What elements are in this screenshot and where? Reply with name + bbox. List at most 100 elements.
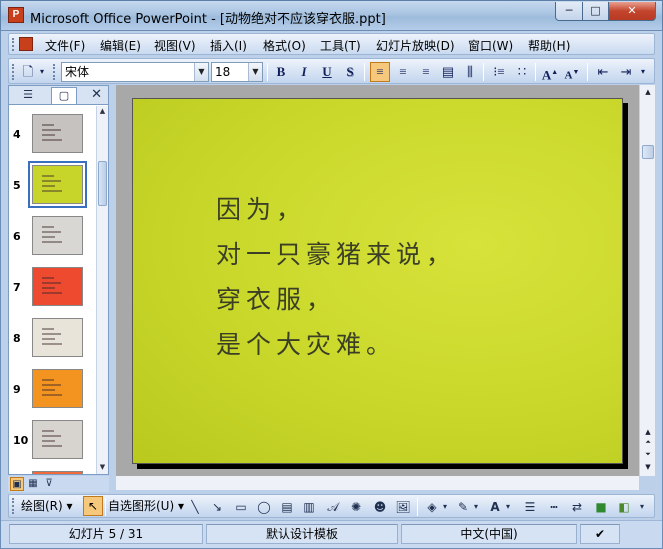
- vertical-textbox-icon[interactable]: ▥: [301, 499, 317, 515]
- close-icon[interactable]: ✕: [91, 87, 102, 102]
- autoshapes-button[interactable]: 自选图形(U) ▾: [108, 498, 184, 515]
- font-name-select[interactable]: 宋体 ▼: [61, 62, 209, 82]
- slide-thumbnail-row[interactable]: 5: [9, 161, 97, 215]
- select-objects-icon[interactable]: ↖: [83, 496, 103, 516]
- thumbnail-scrollbar[interactable]: ▲ ▼: [96, 106, 108, 474]
- picture-icon[interactable]: 🖼: [395, 499, 411, 515]
- toolbar-options-icon[interactable]: ▾: [37, 62, 47, 82]
- grip-handle[interactable]: [12, 498, 15, 514]
- minimize-button[interactable]: ─: [555, 2, 583, 21]
- main-scrollbar[interactable]: ▲ ▲ ⏶ ⏷ ▼: [639, 85, 655, 476]
- arrow-icon[interactable]: ↘: [209, 499, 225, 515]
- font-color-icon[interactable]: A: [487, 499, 503, 515]
- scroll-up-icon[interactable]: ▲: [97, 106, 108, 117]
- new-file-icon[interactable]: 🗋: [18, 62, 38, 82]
- next-slide-icon[interactable]: ⏷: [642, 449, 654, 459]
- grip-handle[interactable]: [12, 38, 15, 51]
- spellcheck-icon[interactable]: ✔: [580, 524, 620, 544]
- toolbar-options-icon[interactable]: ▾: [637, 62, 649, 82]
- slide-thumbnail-row[interactable]: 10: [9, 420, 97, 470]
- slide-thumbnail-row[interactable]: 8: [9, 318, 97, 368]
- underline-button[interactable]: U: [317, 62, 337, 82]
- increase-indent-icon[interactable]: ⇥: [616, 62, 636, 82]
- scroll-down-icon[interactable]: ▼: [642, 462, 654, 472]
- wordart-icon[interactable]: 𝒜: [325, 499, 341, 515]
- diagram-icon[interactable]: ✺: [348, 499, 364, 515]
- slide-text-box[interactable]: 因为， 对一只豪猪来说， 穿衣服， 是个大灾难。: [216, 187, 456, 367]
- 3d-style-icon[interactable]: ◧: [616, 499, 632, 515]
- vertical-text-icon[interactable]: ⫼: [460, 62, 480, 82]
- arrow-style-icon[interactable]: ⇄: [569, 499, 585, 515]
- italic-button[interactable]: I: [294, 62, 314, 82]
- scrollbar-thumb[interactable]: [98, 161, 107, 206]
- line-color-icon[interactable]: ✎: [455, 499, 471, 515]
- shadow-style-icon[interactable]: ■: [593, 499, 609, 515]
- chevron-down-icon[interactable]: ▾: [441, 499, 449, 515]
- tab-slides[interactable]: ▢: [51, 87, 77, 104]
- slideshow-icon[interactable]: ⊽: [42, 477, 56, 491]
- grip-handle[interactable]: [12, 64, 15, 80]
- decrease-font-button[interactable]: A▼: [562, 62, 582, 82]
- chevron-down-icon[interactable]: ▾: [504, 499, 512, 515]
- menu-view[interactable]: 视图(V): [154, 37, 196, 54]
- chevron-down-icon[interactable]: ▼: [194, 63, 208, 81]
- increase-font-button[interactable]: A▲: [540, 62, 560, 82]
- slide-sorter-icon[interactable]: ▦: [26, 477, 40, 491]
- menu-file[interactable]: 文件(F): [45, 37, 85, 54]
- bold-button[interactable]: B: [271, 62, 291, 82]
- slide-thumbnail[interactable]: [32, 267, 83, 306]
- dash-style-icon[interactable]: ┅: [546, 499, 562, 515]
- slide-thumbnail-row[interactable]: 4: [9, 114, 97, 164]
- slide-thumbnail-row[interactable]: [9, 471, 97, 474]
- slide-thumbnail[interactable]: [32, 471, 83, 474]
- chevron-down-icon[interactable]: ▾: [472, 499, 480, 515]
- maximize-button[interactable]: □: [582, 2, 609, 21]
- slide-thumbnail[interactable]: [32, 420, 83, 459]
- slide-thumbnail[interactable]: [32, 114, 83, 153]
- font-size-select[interactable]: 18 ▼: [211, 62, 263, 82]
- current-slide[interactable]: 因为， 对一只豪猪来说， 穿衣服， 是个大灾难。: [132, 98, 623, 464]
- normal-view-icon[interactable]: ▣: [10, 477, 24, 491]
- slide-thumbnail[interactable]: [32, 216, 83, 255]
- powerpoint-icon[interactable]: P: [8, 7, 24, 23]
- slide-thumbnail[interactable]: [28, 161, 87, 208]
- menu-window[interactable]: 窗口(W): [468, 37, 513, 54]
- scroll-up-icon[interactable]: ▲: [642, 427, 654, 437]
- menu-help[interactable]: 帮助(H): [528, 37, 570, 54]
- slide-thumbnail-row[interactable]: 9: [9, 369, 97, 419]
- line-icon[interactable]: ╲: [187, 499, 203, 515]
- rectangle-icon[interactable]: ▭: [233, 499, 249, 515]
- menu-format[interactable]: 格式(O): [263, 37, 306, 54]
- slide-thumbnail[interactable]: [32, 318, 83, 357]
- document-icon[interactable]: [19, 37, 33, 51]
- bullet-list-icon[interactable]: ∷: [512, 62, 532, 82]
- line-style-icon[interactable]: ☰: [522, 499, 538, 515]
- draw-menu-button[interactable]: 绘图(R) ▾: [21, 498, 73, 515]
- textbox-icon[interactable]: ▤: [279, 499, 295, 515]
- toolbar-options-icon[interactable]: ▾: [637, 499, 647, 515]
- menu-edit[interactable]: 编辑(E): [100, 37, 141, 54]
- slide-thumbnail-row[interactable]: 7: [9, 267, 97, 317]
- chevron-down-icon[interactable]: ▼: [248, 63, 262, 81]
- menu-tools[interactable]: 工具(T): [320, 37, 361, 54]
- design-template[interactable]: 默认设计模板: [206, 524, 398, 544]
- menu-insert[interactable]: 插入(I): [210, 37, 247, 54]
- oval-icon[interactable]: ◯: [256, 499, 272, 515]
- scrollbar-thumb[interactable]: [642, 145, 654, 159]
- previous-slide-icon[interactable]: ⏶: [642, 437, 654, 447]
- menu-slideshow[interactable]: 幻灯片放映(D): [376, 37, 455, 54]
- scroll-up-icon[interactable]: ▲: [642, 87, 654, 97]
- grip-handle[interactable]: [53, 64, 56, 80]
- tab-outline[interactable]: ☰: [15, 87, 41, 104]
- shadow-button[interactable]: S: [340, 62, 360, 82]
- fill-color-icon[interactable]: ◈: [424, 499, 440, 515]
- close-button[interactable]: ✕: [608, 2, 656, 21]
- numbered-list-icon[interactable]: ⁝≡: [489, 62, 509, 82]
- align-left-icon[interactable]: ≡: [370, 62, 390, 82]
- clipart-icon[interactable]: ☻: [372, 499, 388, 515]
- decrease-indent-icon[interactable]: ⇤: [593, 62, 613, 82]
- align-center-icon[interactable]: ≡: [393, 62, 413, 82]
- distribute-icon[interactable]: ▤: [438, 62, 458, 82]
- scroll-down-icon[interactable]: ▼: [97, 462, 108, 473]
- slide-thumbnail-row[interactable]: 6: [9, 216, 97, 266]
